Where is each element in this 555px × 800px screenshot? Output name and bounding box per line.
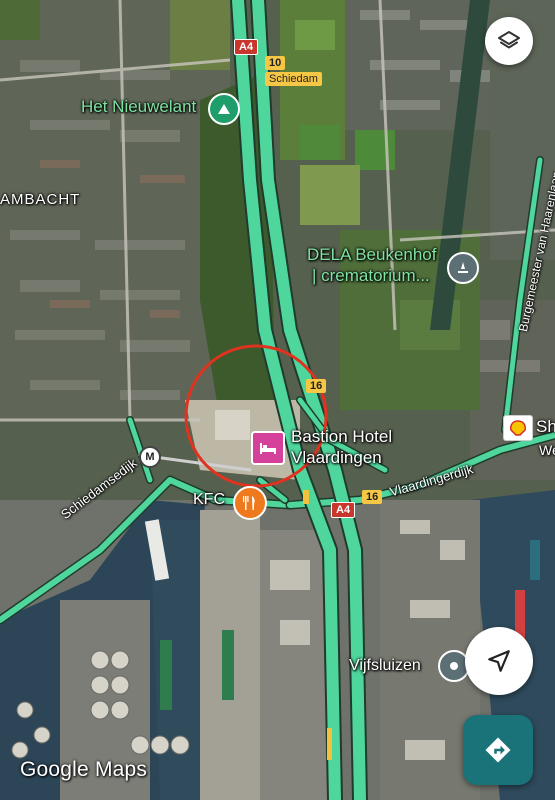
place-label-bastion-sub[interactable]: Vlaardingen (291, 448, 382, 468)
shell-poi-icon[interactable] (503, 415, 533, 441)
layers-icon (498, 31, 520, 49)
place-label-shell[interactable]: Sh (536, 417, 555, 437)
place-label-vijfsluizen[interactable]: Vijfsluizen (349, 657, 421, 675)
road-shield-16-upper: 16 (306, 379, 327, 393)
place-label-nieuwelant[interactable]: Het Nieuwelant (81, 97, 196, 117)
metro-label: M (145, 451, 155, 463)
district-label-ambacht: AMBACHT (0, 191, 81, 208)
restaurant-poi-icon[interactable] (233, 486, 267, 520)
my-location-button[interactable] (465, 627, 533, 695)
navigation-arrow-icon (488, 650, 510, 672)
place-label-dela[interactable]: DELA Beukenhof (307, 245, 436, 265)
place-label-kfc[interactable]: KFC (193, 491, 225, 509)
crematorium-poi-icon[interactable] (447, 252, 479, 284)
directions-button[interactable] (463, 715, 533, 785)
layers-button[interactable] (485, 17, 533, 65)
google-maps-watermark: Google Maps (20, 758, 148, 781)
road-shield-10: 10 (265, 56, 286, 70)
road-shield-16-lower: 16 (362, 490, 383, 504)
place-label-we: We (539, 442, 555, 458)
road-shield-a4-bottom: A4 (331, 502, 356, 518)
metro-station-icon[interactable]: M (139, 446, 161, 468)
place-label-dela-sub[interactable]: | crematorium... (312, 266, 430, 286)
satellite-map[interactable]: Het Nieuwelant AMBACHT DELA Beukenhof | … (0, 0, 555, 800)
directions-icon (485, 737, 511, 763)
place-label-bastion[interactable]: Bastion Hotel (291, 427, 392, 447)
park-poi-icon[interactable] (208, 93, 240, 125)
road-shield-schiedam: Schiedam (265, 72, 322, 86)
road-shield-a4-top: A4 (234, 39, 259, 55)
hotel-poi-icon[interactable] (251, 431, 285, 465)
